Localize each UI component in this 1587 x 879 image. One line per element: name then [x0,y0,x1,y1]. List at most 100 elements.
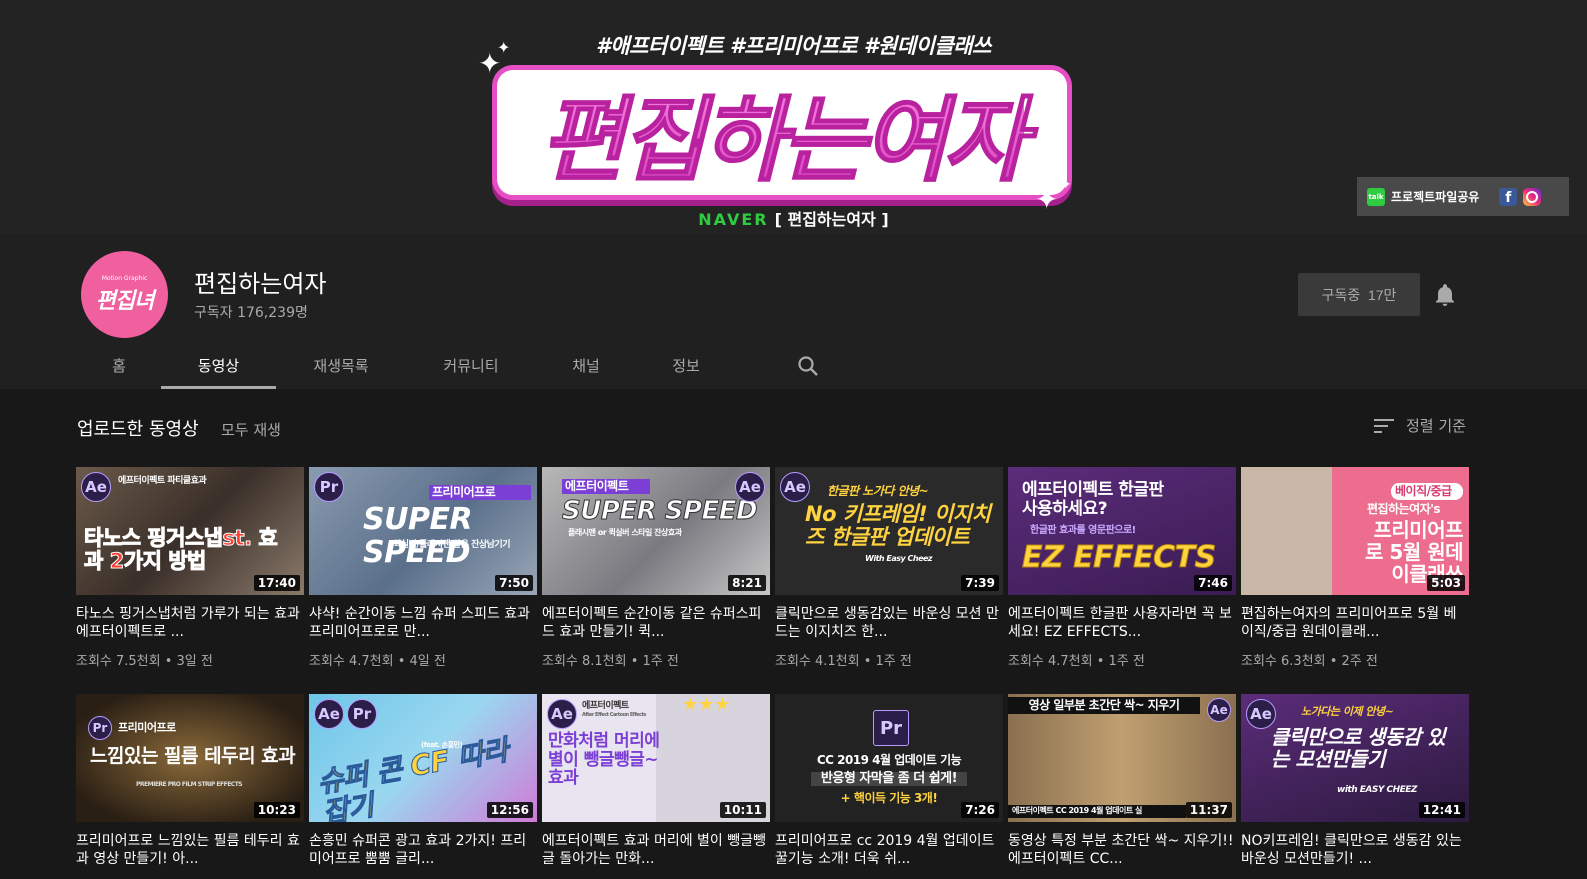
video-meta: 조회수 4.1천회 • 1주 전 [775,654,912,669]
search-icon[interactable] [788,342,828,389]
video-card[interactable]: Ae 에프터이펙트 파티클효과 타노스 핑거스냅st. 효과 2가지 방법 17… [76,467,304,669]
star-icon: ★★★ [682,694,731,715]
video-title[interactable]: 타노스 핑거스냅처럼 가루가 되는 효과 에프터이펙트로 ... [76,605,304,641]
ae-badge-icon: Ae [735,472,765,502]
tab-community[interactable]: 커뮤니티 [406,342,536,389]
thumb-subtitle: (feat. 손흥민) [421,741,463,749]
thumb-subtitle: 에프터이펙트 [582,701,629,711]
video-thumbnail[interactable]: 에프터이펙트 한글판 사용하세요? 한글판 효과를 영문판으로! EZ EFFE… [1008,467,1236,595]
video-card[interactable]: 베이직/중급 편집하는여자's 프리미어프로 5월 원데이클래쓰 5:03 편집… [1241,467,1469,669]
banner-naver: NAVER [ 편집하는여자 ] [0,206,1587,230]
ae-badge-icon: Ae [780,472,810,502]
video-title[interactable]: 프리미어프로 느낌있는 필름 테두리 효과 영상 만들기! 아... [76,832,304,868]
play-all-link[interactable]: 모두 재생 [221,419,281,440]
sort-icon [1374,418,1394,433]
ae-badge-icon: Ae [314,699,344,729]
video-title[interactable]: 프리미어프로 cc 2019 4월 업데이트 꿀기능 소개! 더욱 쉬... [775,832,1003,868]
video-card[interactable]: Ae 노가다는 이제 안녕~ 클릭만으로 생동감 있는 모션만들기 with E… [1241,694,1469,868]
thumb-tag: 프리미어프로 [429,485,531,501]
video-thumbnail[interactable]: Ae 한글판 노가다 안녕~ No 키프레임! 이지치즈 한글판 업데이트 Wi… [775,467,1003,595]
banner-title-box: 편집하는여자 [497,70,1067,195]
tab-channels[interactable]: 채널 [536,342,636,389]
tab-about[interactable]: 정보 [636,342,736,389]
video-meta: 조회수 7.5천회 • 3일 전 [76,654,213,669]
banner-links: talk 프로젝트파일공유 f [1357,177,1569,216]
thumb-title: 만화처럼 머리에 별이 뺑글뺑글~효과 [548,731,660,789]
thumb-title: 영상 일부분 초간단 싹~ 지우기 [1008,697,1200,715]
video-card[interactable]: Pr CC 2019 4월 업데이트 기능 반응형 자막을 좀 더 쉽게! + … [775,694,1003,868]
video-thumbnail[interactable]: 베이직/중급 편집하는여자's 프리미어프로 5월 원데이클래쓰 5:03 [1241,467,1469,595]
thumb-subtitle: 에프터이펙트 파티클효과 [118,476,207,486]
thumb-title: SUPER SPEED [562,496,759,526]
banner-link-label[interactable]: 프로젝트파일공유 [1391,188,1479,205]
video-grid-row-1: Ae 에프터이펙트 파티클효과 타노스 핑거스냅st. 효과 2가지 방법 17… [76,467,1469,669]
video-thumbnail[interactable]: Ae 노가다는 이제 안녕~ 클릭만으로 생동감 있는 모션만들기 with E… [1241,694,1469,822]
facebook-icon[interactable]: f [1499,187,1518,206]
thumb-tag: 한글판 효과를 영문판으로! [1030,525,1136,536]
video-title[interactable]: 편집하는여자의 프리미어프로 5월 베이직/중급 원데이클래... [1241,605,1469,641]
kakao-story-icon[interactable]: talk [1367,187,1385,206]
video-thumbnail[interactable]: 에프터이펙트 SUPER SPEED 플래시맨 or 퀵실버 스타일 잔상효과 … [542,467,770,595]
video-card[interactable]: Ae 에프터이펙트 After Effect Cartoon Effects 만… [542,694,770,868]
sort-button[interactable]: 정렬 기준 [1374,415,1466,436]
avatar[interactable]: Motion Graphic 편집녀 [81,251,168,338]
video-title[interactable]: 손흥민 슈퍼콘 광고 효과 2가지! 프리미어프로 뿜뿜 글리... [309,832,537,868]
video-thumbnail[interactable]: Pr 프리미어프로 느낌있는 필름 테두리 효과 PREMIERE PRO FI… [76,694,304,822]
thumb-subtitle: 프리미어프로 [118,721,176,734]
naver-channel-name: [ 편집하는여자 ] [774,210,889,229]
channel-tabs: 홈 동영상 재생목록 커뮤니티 채널 정보 [77,342,828,389]
tab-home[interactable]: 홈 [77,342,161,389]
video-card[interactable]: 영상 일부분 초간단 싹~ 지우기 Ae 에프터이펙트 CC 2019 4월 업… [1008,694,1236,868]
video-card[interactable]: 에프터이펙트 한글판 사용하세요? 한글판 효과를 영문판으로! EZ EFFE… [1008,467,1236,669]
thumb-subtitle: 노가다는 이제 안녕~ [1301,705,1394,718]
video-card[interactable]: Pr 프리미어프로 느낌있는 필름 테두리 효과 PREMIERE PRO FI… [76,694,304,868]
thumb-subtitle: 플래시맨 or 퀵실버 스타일 잔상효과 [568,528,682,537]
thumb-subtitle: 반응형 자막을 좀 더 쉽게! [811,771,967,787]
video-duration: 11:37 [1185,802,1232,818]
video-title[interactable]: 에프터이펙트 한글판 사용자라면 꼭 보세요! EZ EFFECTS... [1008,605,1236,641]
thumb-title: No 키프레임! 이지치즈 한글판 업데이트 [805,502,991,550]
video-thumbnail[interactable]: Ae Pr 슈퍼 콘 CF 따라잡기 (feat. 손흥민) 12:56 [309,694,537,822]
video-title[interactable]: NO키프레임! 클릭만으로 생동감 있는 바운싱 모션만들기! ... [1241,832,1469,868]
video-duration: 10:23 [253,802,300,818]
video-card[interactable]: 에프터이펙트 SUPER SPEED 플래시맨 or 퀵실버 스타일 잔상효과 … [542,467,770,669]
thumb-title: CC 2019 4월 업데이트 기능 [816,753,962,767]
subscriber-count: 구독자 176,239명 [194,305,308,321]
pr-badge-icon: Pr [314,472,344,502]
tab-videos[interactable]: 동영상 [161,342,276,389]
video-duration: 7:50 [495,575,533,591]
instagram-icon[interactable] [1523,187,1542,206]
tab-playlists[interactable]: 재생목록 [276,342,406,389]
channel-header: Motion Graphic 편집녀 편집하는여자 구독자 176,239명 구… [0,234,1587,389]
thumb-tag: with EASY CHEEZ [1337,785,1417,795]
video-duration: 8:21 [728,575,766,591]
video-title[interactable]: 동영상 특정 부분 초간단 싹~ 지우기!! 에프터이펙트 CC... [1008,832,1236,868]
video-title[interactable]: 샤샥! 순간이동 느낌 슈퍼 스피드 효과 프리미어프로로 만... [309,605,537,641]
video-title[interactable]: 클릭만으로 생동감있는 바운싱 모션 만드는 이지치즈 한... [775,605,1003,641]
thumb-title: 느낌있는 필름 테두리 효과 [90,745,296,767]
video-thumbnail[interactable]: Ae 에프터이펙트 파티클효과 타노스 핑거스냅st. 효과 2가지 방법 17… [76,467,304,595]
ae-badge-icon: Ae [1207,698,1231,722]
thumb-tag: 베이직/중급 [1391,483,1463,501]
video-card[interactable]: Ae 한글판 노가다 안녕~ No 키프레임! 이지치즈 한글판 업데이트 Wi… [775,467,1003,669]
channel-banner: #애프터이펙트 #프리미어프로 #원데이클래쓰 ✦ ✦ 편집하는여자 ✦ ✦ N… [0,0,1587,234]
sparkle-icon: ✦ [497,38,511,57]
video-duration: 7:46 [1194,575,1232,591]
video-title[interactable]: 에프터이펙트 효과 머리에 별이 뺑글뺑글 돌아가는 만화... [542,832,770,868]
video-thumbnail[interactable]: Pr 프리미어프로 SUPER SPEED 퀵실버/플래시맨 같은 잔상남기기 … [309,467,537,595]
video-grid-row-2: Pr 프리미어프로 느낌있는 필름 테두리 효과 PREMIERE PRO FI… [76,694,1469,868]
thumb-title: 타노스 핑거스냅st. 효과 2가지 방법 [84,526,279,574]
video-title[interactable]: 에프터이펙트 순간이동 같은 슈퍼스피드 효과 만들기! 퀵... [542,605,770,641]
video-duration: 17:40 [253,575,300,591]
video-thumbnail[interactable]: Ae 에프터이펙트 After Effect Cartoon Effects 만… [542,694,770,822]
subscribe-button[interactable]: 구독중 17만 [1298,273,1420,316]
video-card[interactable]: Pr 프리미어프로 SUPER SPEED 퀵실버/플래시맨 같은 잔상남기기 … [309,467,537,669]
thumb-title: SUPER SPEED [363,502,473,570]
video-thumbnail[interactable]: Pr CC 2019 4월 업데이트 기능 반응형 자막을 좀 더 쉽게! + … [775,694,1003,822]
thumb-tag: PREMIERE PRO FILM STRIP EFFECTS [136,781,243,788]
video-thumbnail[interactable]: 영상 일부분 초간단 싹~ 지우기 Ae 에프터이펙트 CC 2019 4월 업… [1008,694,1236,822]
notification-bell-icon[interactable] [1432,282,1458,308]
video-duration: 10:11 [719,802,766,818]
video-meta: 조회수 6.3천회 • 2주 전 [1241,654,1378,669]
video-card[interactable]: Ae Pr 슈퍼 콘 CF 따라잡기 (feat. 손흥민) 12:56 손흥민… [309,694,537,868]
